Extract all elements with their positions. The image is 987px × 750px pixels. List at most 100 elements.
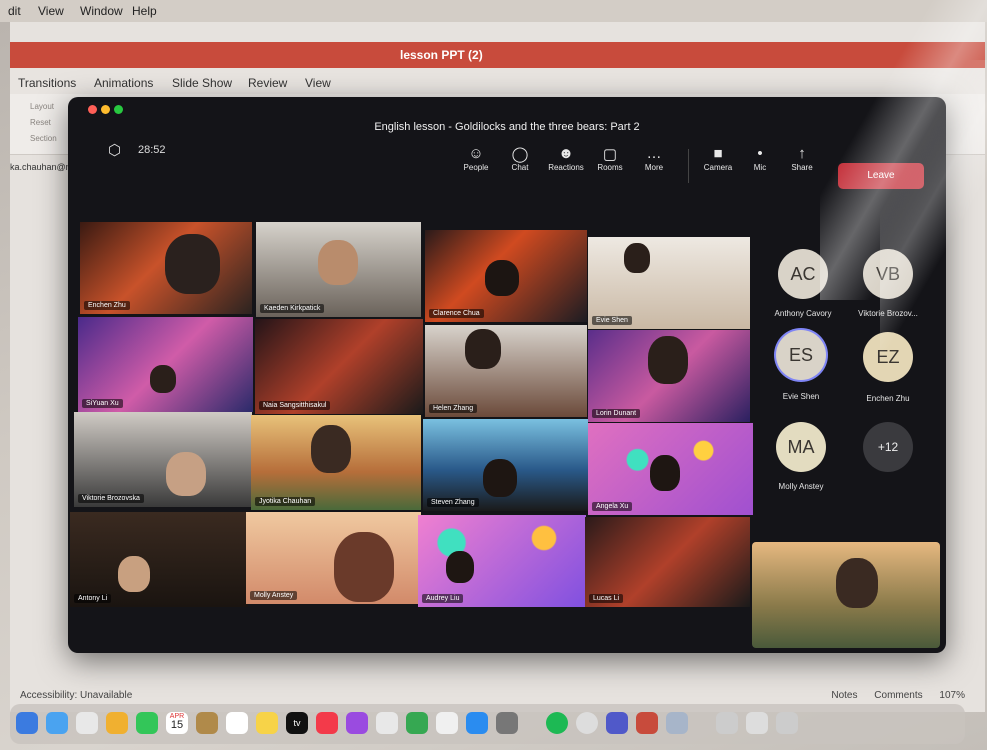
comments-button[interactable]: Comments (874, 690, 922, 701)
video-tile[interactable]: Kaeden Kirkpatick (256, 222, 421, 317)
video-tile[interactable]: Evie Shen (588, 237, 750, 329)
people-icon: ☺ (468, 145, 484, 162)
avatar[interactable]: MA (776, 422, 826, 472)
video-tile[interactable]: Viktorie Brozovska (74, 412, 252, 507)
roster-name: Evie Shen (782, 392, 820, 401)
rooms-icon: ▢ (602, 146, 618, 163)
status-bar-right: Notes Comments 107% (817, 690, 965, 701)
teams-icon[interactable] (606, 712, 628, 734)
trash-icon[interactable] (776, 712, 798, 734)
ribbon-tabs: Transitions Animations Slide Show Review… (10, 68, 985, 94)
facetime-icon[interactable] (136, 712, 158, 734)
toolbar-divider (688, 149, 689, 183)
app-store-icon[interactable] (466, 712, 488, 734)
camera-button[interactable]: ■ Camera (696, 145, 740, 172)
video-tile[interactable]: Lorin Dunant (588, 330, 750, 422)
participant-name: SiYuan Xu (82, 399, 123, 408)
zoom-window-icon[interactable] (114, 105, 123, 114)
reset-button[interactable]: Reset (30, 118, 51, 127)
menu-window[interactable]: Window (80, 4, 123, 18)
participant-video (624, 243, 650, 273)
tab-animations[interactable]: Animations (94, 76, 153, 90)
video-tile[interactable]: Lucas Li (585, 517, 750, 607)
participant-name: Enchen Zhu (84, 301, 130, 310)
settings-icon[interactable] (496, 712, 518, 734)
avatar[interactable]: ES (776, 330, 826, 380)
share-button[interactable]: ↑ Share (780, 145, 824, 172)
notes-icon[interactable] (256, 712, 278, 734)
participant-name: Kaeden Kirkpatick (260, 304, 325, 313)
video-tile[interactable]: Angela Xu (588, 423, 753, 515)
participant-name: Antony Li (74, 594, 112, 603)
music-icon[interactable] (316, 712, 338, 734)
minimize-window-icon[interactable] (101, 105, 110, 114)
powerpoint-icon[interactable] (636, 712, 658, 734)
tab-transitions[interactable]: Transitions (18, 76, 76, 90)
participant-name: Helen Zhang (429, 404, 478, 413)
tab-review[interactable]: Review (248, 76, 287, 90)
mic-button[interactable]: • Mic (738, 145, 782, 172)
video-tile[interactable]: Jyotika Chauhan (251, 415, 421, 510)
self-view-video[interactable] (752, 542, 940, 648)
safari-icon[interactable] (576, 712, 598, 734)
rooms-button[interactable]: ▢ Rooms (588, 145, 632, 172)
participant-video (318, 240, 358, 285)
spotify-icon[interactable] (546, 712, 568, 734)
participant-video (118, 556, 150, 592)
reactions-button[interactable]: ☻ Reactions (544, 145, 588, 172)
tab-view[interactable]: View (305, 76, 331, 90)
downloads-icon[interactable] (716, 712, 738, 734)
avatar[interactable]: EZ (863, 332, 913, 382)
video-tile[interactable]: Clarence Chua (425, 230, 587, 322)
zoom-level[interactable]: 107% (939, 690, 965, 701)
video-tile[interactable]: Naia Sangsitthisakul (255, 319, 423, 414)
menu-edit[interactable]: dit (8, 4, 21, 18)
participant-name: Evie Shen (592, 316, 632, 325)
participant-name: Steven Zhang (427, 498, 479, 507)
maps-icon[interactable] (76, 712, 98, 734)
keynote-icon[interactable] (376, 712, 398, 734)
reminders-icon[interactable] (226, 712, 248, 734)
photos-icon[interactable] (106, 712, 128, 734)
chat-icon: ◯ (511, 146, 529, 163)
people-button[interactable]: ☺ People (454, 145, 498, 172)
close-window-icon[interactable] (88, 105, 97, 114)
video-tile[interactable]: Helen Zhang (425, 325, 587, 417)
video-tile[interactable]: Enchen Zhu (80, 222, 252, 314)
video-tile[interactable]: Antony Li (70, 512, 248, 607)
documents-icon[interactable] (746, 712, 768, 734)
leave-button[interactable]: Leave (838, 163, 924, 189)
participant-name: Audrey Liu (422, 594, 464, 603)
mail-icon[interactable] (46, 712, 68, 734)
layout-button[interactable]: Layout (30, 102, 54, 111)
apple-tv-icon[interactable]: tv (286, 712, 308, 734)
numbers-icon[interactable] (406, 712, 428, 734)
participant-name: Naia Sangsitthisakul (259, 401, 331, 410)
chat-button[interactable]: ◯ Chat (498, 145, 542, 172)
roster-name: Viktorie Brozov... (858, 309, 918, 318)
more-icon: … (646, 145, 662, 162)
video-tile[interactable]: SiYuan Xu (78, 317, 253, 412)
accessibility-status[interactable]: Accessibility: Unavailable (20, 690, 132, 701)
dock: APR 15 tv (10, 704, 965, 744)
avatar[interactable]: VB (863, 249, 913, 299)
podcasts-icon[interactable] (346, 712, 368, 734)
section-button[interactable]: Section (30, 134, 57, 143)
notes-button[interactable]: Notes (831, 690, 857, 701)
menu-help[interactable]: Help (132, 4, 157, 18)
finder-icon[interactable] (16, 712, 38, 734)
contacts-icon[interactable] (196, 712, 218, 734)
participant-video (485, 260, 519, 296)
pages-icon[interactable] (436, 712, 458, 734)
more-button[interactable]: … More (632, 145, 676, 172)
tab-slide-show[interactable]: Slide Show (172, 76, 232, 90)
video-tile[interactable]: Steven Zhang (423, 419, 588, 511)
preview-icon[interactable] (666, 712, 688, 734)
menu-view[interactable]: View (38, 4, 64, 18)
video-tile[interactable]: Molly Anstey (246, 512, 421, 604)
more-participants-button[interactable]: +12 (863, 422, 913, 472)
calendar-icon[interactable]: APR 15 (166, 712, 188, 734)
participant-video (311, 425, 351, 473)
avatar[interactable]: AC (778, 249, 828, 299)
video-tile[interactable]: Audrey Liu (418, 515, 586, 607)
